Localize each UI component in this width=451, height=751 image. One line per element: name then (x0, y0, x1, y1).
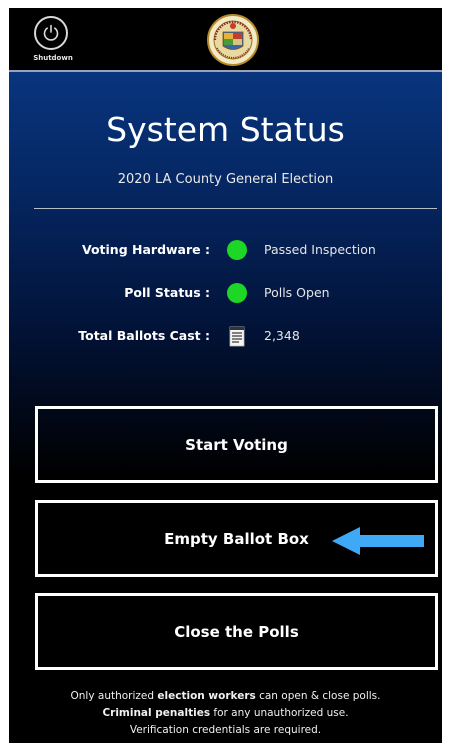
footer-emphasis: election workers (157, 690, 256, 702)
footer-text: for any unauthorized use. (210, 707, 349, 719)
status-label: Poll Status : (124, 285, 210, 300)
footer-line-3: Verification credentials are required. (129, 724, 322, 736)
footer-text: can open & close polls. (255, 690, 381, 702)
status-value: Polls Open (264, 285, 330, 300)
power-icon[interactable] (34, 16, 68, 50)
footer-notice: Only authorized election workers can ope… (9, 688, 442, 739)
status-row-total-ballots: Total Ballots Cast : 2,348 (9, 324, 442, 348)
footer-text: Only authorized (70, 690, 158, 702)
green-status-dot-icon (227, 283, 247, 303)
status-indicator (227, 240, 247, 260)
start-voting-button[interactable]: Start Voting (35, 406, 438, 483)
top-bar: Shutdown (9, 8, 442, 72)
status-value: 2,348 (264, 328, 300, 343)
status-row-poll-status: Poll Status : Polls Open (9, 281, 442, 305)
system-status-panel: System Status 2020 LA County General Ele… (9, 72, 442, 743)
green-status-dot-icon (227, 240, 247, 260)
status-indicator (227, 283, 247, 303)
status-row-voting-hardware: Voting Hardware : Passed Inspection (9, 238, 442, 262)
footer-line-2: Criminal penalties for any unauthorized … (9, 705, 442, 722)
footer-line-1: Only authorized election workers can ope… (9, 688, 442, 705)
left-arrow-icon (332, 527, 424, 555)
close-polls-button[interactable]: Close the Polls (35, 593, 438, 670)
shutdown-button[interactable]: Shutdown (33, 16, 73, 68)
ballot-document-icon (229, 326, 245, 347)
status-label: Total Ballots Cast : (78, 328, 210, 343)
divider (34, 208, 437, 209)
status-value: Passed Inspection (264, 242, 376, 257)
shutdown-label: Shutdown (33, 54, 73, 62)
la-county-seal-icon (207, 14, 259, 66)
status-indicator (227, 326, 247, 347)
app-frame: Shutdown System Status 2020 LA County Ge… (9, 8, 442, 743)
election-subtitle: 2020 LA County General Election (117, 172, 334, 187)
footer-emphasis: Criminal penalties (102, 707, 211, 719)
status-label: Voting Hardware : (81, 242, 210, 257)
page-title: System Status (106, 110, 345, 149)
